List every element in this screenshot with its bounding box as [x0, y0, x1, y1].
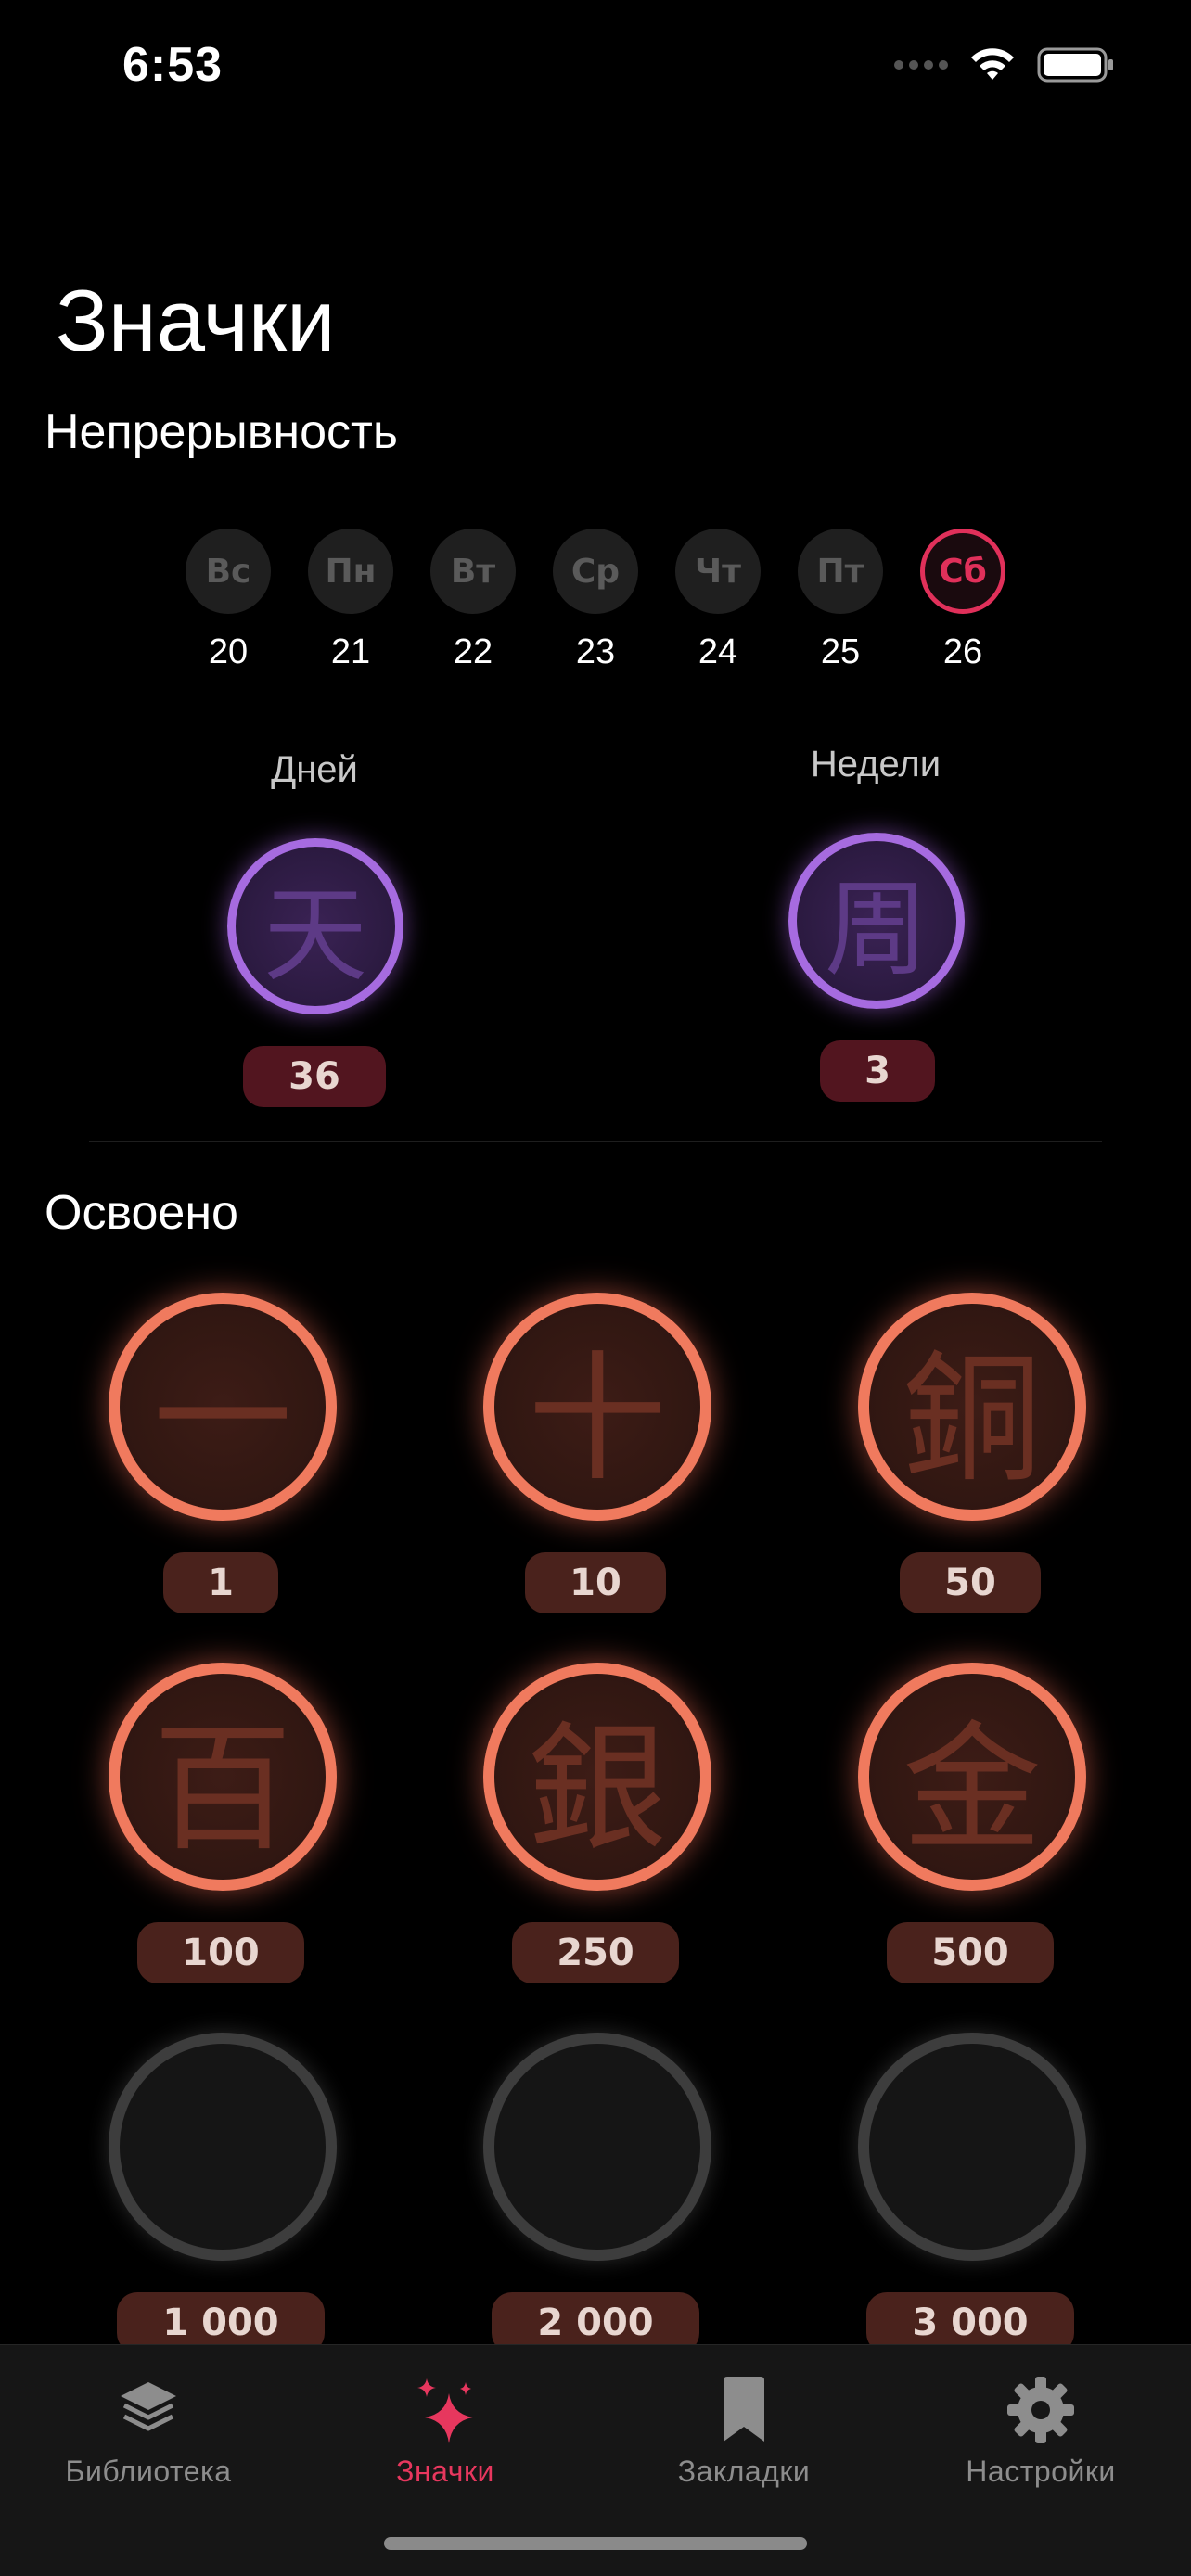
day-number: 24	[698, 632, 738, 671]
mastered-badge-count: 250	[512, 1922, 679, 1983]
mastered-badge-2000-locked[interactable]	[483, 2033, 711, 2261]
mastered-badge-1000-locked[interactable]	[109, 2033, 337, 2261]
status-icons	[894, 46, 1115, 83]
weeks-streak-count: 3	[820, 1040, 935, 1102]
day-tuesday: Вт 22	[429, 529, 518, 672]
day-number: 25	[820, 632, 861, 671]
mastered-badge-count: 50	[900, 1552, 1041, 1613]
day-number: 22	[453, 632, 493, 671]
home-indicator[interactable]	[384, 2537, 807, 2550]
cellular-signal-icon	[894, 60, 948, 70]
tab-settings[interactable]: Настройки	[902, 2371, 1180, 2489]
tab-label: Значки	[396, 2455, 494, 2488]
streak-section-title: Непрерывность	[45, 405, 398, 459]
tab-label: Настройки	[966, 2455, 1116, 2488]
day-number: 21	[330, 632, 371, 671]
mastered-badge-500[interactable]: 金	[858, 1663, 1086, 1891]
day-circle: Пн	[308, 529, 393, 614]
stack-icon	[121, 2382, 176, 2431]
mastered-badge-50[interactable]: 銅	[858, 1293, 1086, 1521]
tab-bookmarks[interactable]: Закладки	[605, 2371, 883, 2489]
section-divider	[89, 1141, 1102, 1142]
mastered-badge-count: 1	[163, 1552, 278, 1613]
day-number: 26	[942, 632, 983, 671]
tab-badges[interactable]: Значки	[306, 2371, 584, 2489]
sparkles-icon	[417, 2378, 473, 2443]
day-number: 23	[575, 632, 616, 671]
status-time: 6:53	[122, 38, 224, 92]
days-streak-badge[interactable]: 天	[227, 838, 403, 1014]
day-number: 20	[208, 632, 249, 671]
day-circle: Вс	[186, 529, 271, 614]
day-circle-active: Сб	[920, 529, 1005, 614]
battery-icon	[1037, 47, 1113, 83]
mastered-badge-count: 100	[137, 1922, 304, 1983]
tab-library[interactable]: Библиотека	[9, 2371, 288, 2489]
tab-label: Библиотека	[65, 2455, 232, 2488]
mastered-badge-3000-locked[interactable]	[858, 2033, 1086, 2261]
wifi-icon	[971, 48, 1014, 80]
page-title: Значки	[56, 272, 336, 369]
day-circle: Чт	[675, 529, 761, 614]
day-circle: Ср	[553, 529, 638, 614]
day-sunday: Вс 20	[184, 529, 273, 672]
badges-screen: 6:53 Значки Непрерывность Вс 20 Пн 21 Вт…	[0, 0, 1191, 2576]
mastered-badge-100[interactable]: 百	[109, 1663, 337, 1891]
days-streak-count: 36	[243, 1046, 386, 1107]
weeks-streak-badge[interactable]: 周	[788, 833, 965, 1009]
mastered-badge-250[interactable]: 銀	[483, 1663, 711, 1891]
mastered-badge-count: 10	[525, 1552, 666, 1613]
day-circle: Вт	[430, 529, 516, 614]
mastered-badge-10[interactable]: 十	[483, 1293, 711, 1521]
days-streak-label: Дней	[271, 749, 358, 790]
tab-label: Закладки	[677, 2455, 811, 2488]
day-monday: Пн 21	[306, 529, 395, 672]
weeks-streak-label: Недели	[810, 744, 941, 784]
day-friday: Пт 25	[796, 529, 885, 672]
bookmark-icon	[724, 2377, 764, 2442]
mastered-section-title: Освоено	[45, 1186, 238, 1240]
gear-icon	[1007, 2377, 1074, 2443]
day-wednesday: Ср 23	[551, 529, 640, 672]
day-saturday-today: Сб 26	[918, 529, 1007, 672]
mastered-badge-1[interactable]: 一	[109, 1293, 337, 1521]
day-circle: Пт	[798, 529, 883, 614]
day-thursday: Чт 24	[673, 529, 762, 672]
mastered-badge-count: 500	[887, 1922, 1054, 1983]
